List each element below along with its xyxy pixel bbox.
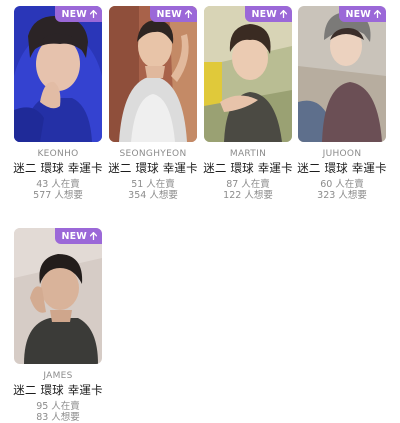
arrow-up-icon [90, 10, 97, 18]
arrow-up-icon [374, 10, 381, 18]
photocard-image [14, 6, 102, 142]
photocard-image [109, 6, 197, 142]
photocard-image [204, 6, 292, 142]
seller-count: 43 人在賣 [36, 179, 80, 190]
product-photo[interactable]: NEW [14, 228, 102, 364]
product-photo[interactable]: NEW [204, 6, 292, 142]
product-photo[interactable]: NEW [14, 6, 102, 142]
product-card[interactable]: NEW SEONGHYEON 迷二 環球 幸運卡 51 人在賣 354 人想要 [108, 6, 198, 201]
product-card[interactable]: NEW KEONHO 迷二 環球 幸運卡 43 人在賣 577 人想要 [13, 6, 103, 201]
seller-count: 60 人在賣 [320, 179, 364, 190]
want-count: 354 人想要 [128, 190, 178, 201]
new-badge: NEW [55, 6, 102, 22]
product-photo[interactable]: NEW [298, 6, 386, 142]
product-card[interactable]: NEW MARTIN 迷二 環球 幸運卡 87 人在賣 122 人想要 [203, 6, 293, 201]
product-card[interactable]: NEW JAMES 迷二 環球 幸運卡 95 人在賣 83 人想要 [13, 228, 103, 423]
photocard-image [14, 228, 102, 364]
arrow-up-icon [280, 10, 287, 18]
new-badge: NEW [339, 6, 386, 22]
new-badge: NEW [150, 6, 197, 22]
product-title: 迷二 環球 幸運卡 [108, 161, 198, 175]
arrow-up-icon [90, 232, 97, 240]
want-count: 323 人想要 [317, 190, 367, 201]
new-badge: NEW [245, 6, 292, 22]
seller-count: 87 人在賣 [226, 179, 270, 190]
seller-count: 51 人在賣 [131, 179, 175, 190]
product-title: 迷二 環球 幸運卡 [203, 161, 293, 175]
member-name: JAMES [43, 371, 73, 381]
want-count: 577 人想要 [33, 190, 83, 201]
want-count: 83 人想要 [36, 412, 80, 423]
arrow-up-icon [185, 10, 192, 18]
product-title: 迷二 環球 幸運卡 [13, 383, 103, 397]
new-badge: NEW [55, 228, 102, 244]
member-name: SEONGHYEON [119, 149, 187, 159]
product-title: 迷二 環球 幸運卡 [13, 161, 103, 175]
product-card[interactable]: NEW JUHOON 迷二 環球 幸運卡 60 人在賣 323 人想要 [297, 6, 387, 201]
member-name: JUHOON [322, 149, 362, 159]
want-count: 122 人想要 [223, 190, 273, 201]
photocard-image [298, 6, 386, 142]
member-name: KEONHO [37, 149, 79, 159]
product-photo[interactable]: NEW [109, 6, 197, 142]
product-grid: NEW KEONHO 迷二 環球 幸運卡 43 人在賣 577 人想要 NEW … [0, 0, 400, 423]
seller-count: 95 人在賣 [36, 401, 80, 412]
member-name: MARTIN [229, 149, 267, 159]
product-title: 迷二 環球 幸運卡 [297, 161, 387, 175]
